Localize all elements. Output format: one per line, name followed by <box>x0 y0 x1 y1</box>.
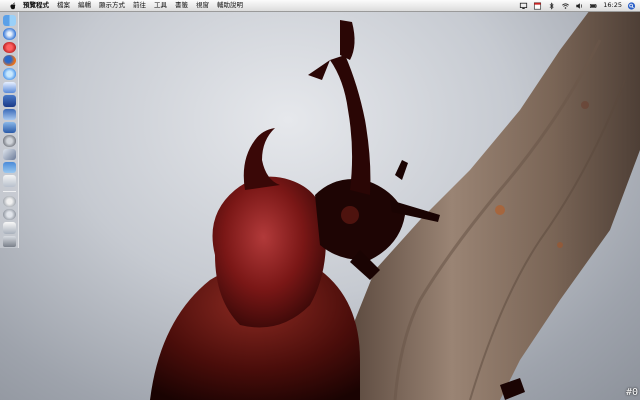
dashboard-icon[interactable] <box>2 222 16 234</box>
menu-window[interactable]: 視窗 <box>196 0 209 11</box>
menubar: 預覽程式 檔案 編輯 顯示方式 前往 工具 書籤 視窗 輔助說明 16:25 <box>0 0 640 12</box>
wifi-icon[interactable] <box>561 2 570 10</box>
status-area: 16:25 <box>519 0 636 11</box>
finder-icon[interactable] <box>2 15 16 27</box>
mail-icon[interactable] <box>2 81 16 94</box>
ichat-icon[interactable] <box>2 68 16 80</box>
firefox-icon[interactable] <box>2 55 16 67</box>
dock-separator <box>2 190 16 192</box>
apple-icon[interactable] <box>9 2 17 10</box>
address-book-icon[interactable] <box>2 95 16 107</box>
display-icon[interactable] <box>519 2 528 10</box>
preview-icon[interactable] <box>2 108 16 120</box>
app-store-icon[interactable] <box>2 121 16 134</box>
volume-icon[interactable] <box>575 2 584 10</box>
calendar-icon[interactable] <box>2 175 16 187</box>
safari-icon[interactable] <box>2 28 16 40</box>
system-preferences-icon[interactable] <box>2 135 16 147</box>
menu-view[interactable]: 顯示方式 <box>99 0 125 11</box>
menu-edit[interactable]: 編輯 <box>78 0 91 11</box>
spotlight-icon[interactable] <box>627 1 636 10</box>
bluetooth-icon[interactable] <box>547 1 556 10</box>
menu-tools[interactable]: 工具 <box>154 0 167 11</box>
menu-help[interactable]: 輔助說明 <box>217 0 243 11</box>
menu-go[interactable]: 前往 <box>133 0 146 11</box>
menu-file[interactable]: 檔案 <box>57 0 70 11</box>
menu-app-name[interactable]: 預覽程式 <box>23 0 49 11</box>
wallpaper-beetle <box>150 10 640 400</box>
calendar-icon[interactable] <box>533 1 542 10</box>
search-icon[interactable] <box>2 208 16 221</box>
xcode-icon[interactable] <box>2 148 16 160</box>
desktop: 預覽程式 檔案 編輯 顯示方式 前往 工具 書籤 視窗 輔助說明 16:25 #… <box>0 0 640 400</box>
itunes-icon[interactable] <box>2 41 16 54</box>
menu-bookmarks[interactable]: 書籤 <box>175 0 188 11</box>
photo-icon[interactable] <box>2 161 16 174</box>
battery-icon[interactable] <box>589 2 598 10</box>
overlay-counter: #0 <box>625 387 638 398</box>
globe-icon[interactable] <box>2 195 16 207</box>
menubar-clock[interactable]: 16:25 <box>603 0 622 11</box>
trash-icon[interactable] <box>2 235 16 247</box>
dock <box>0 12 19 248</box>
